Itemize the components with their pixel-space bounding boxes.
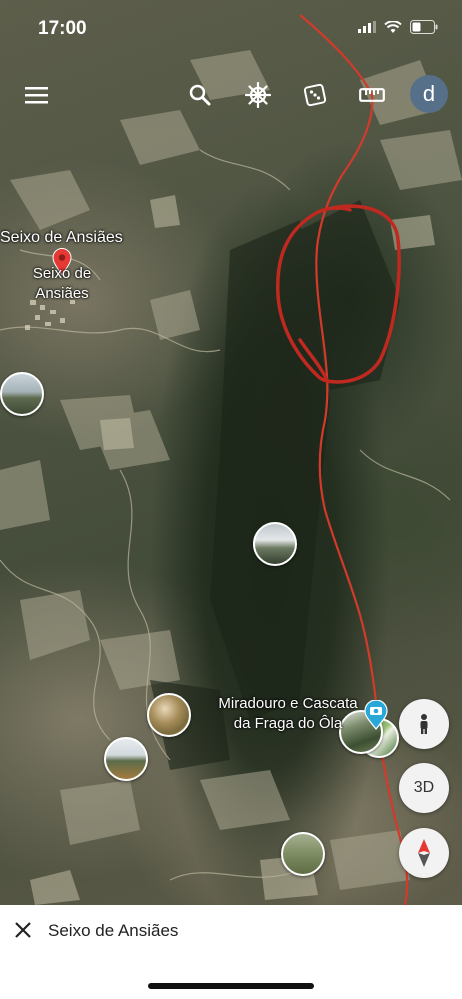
bottom-sheet-title[interactable]: Seixo de Ansiães <box>48 921 178 941</box>
photo-bubble[interactable] <box>147 693 191 737</box>
feeling-lucky-button[interactable] <box>298 78 332 112</box>
search-button[interactable] <box>183 78 217 112</box>
street-view-button[interactable] <box>399 699 449 749</box>
terrain-layer <box>0 14 462 905</box>
dice-icon <box>303 83 327 107</box>
three-d-toggle-button[interactable]: 3D <box>399 763 449 813</box>
status-icons <box>358 20 438 34</box>
voyager-button[interactable] <box>241 78 275 112</box>
satellite-map[interactable]: 17:00 d Seixo de Ansiães Seixo de Ansiãe… <box>0 0 462 905</box>
pin-label-line2: Ansiães <box>35 285 89 302</box>
photo-bubble[interactable] <box>281 832 325 876</box>
battery-icon <box>410 20 438 34</box>
cellular-signal-icon <box>358 21 376 33</box>
home-indicator[interactable] <box>148 983 314 989</box>
pin-label[interactable]: Seixo de Ansiães <box>28 264 96 304</box>
bottom-sheet: Seixo de Ansiães <box>0 905 462 999</box>
close-icon[interactable] <box>12 919 34 941</box>
hamburger-menu-icon <box>25 87 48 104</box>
measure-button[interactable] <box>355 78 389 112</box>
poi-label[interactable]: Miradouro e Cascata da Fraga do Ôla <box>213 694 363 734</box>
pin-label-line1: Seixo de <box>32 265 92 282</box>
status-bar: 17:00 <box>0 0 462 56</box>
photo-bubble[interactable] <box>104 737 148 781</box>
compass-button[interactable] <box>399 828 449 878</box>
photo-bubble[interactable] <box>253 522 297 566</box>
poi-label-line1: Miradouro e Cascata <box>218 695 358 712</box>
account-avatar[interactable]: d <box>410 75 448 113</box>
search-icon <box>189 84 211 106</box>
menu-button[interactable] <box>20 78 54 112</box>
poi-label-line2: da Fraga do Ôla <box>233 715 343 732</box>
pegman-icon <box>420 714 428 734</box>
poi-camera-pin-icon[interactable] <box>364 700 388 730</box>
ruler-icon <box>359 88 385 102</box>
wifi-icon <box>384 20 402 33</box>
status-time: 17:00 <box>38 18 87 39</box>
compass-icon <box>418 839 430 867</box>
photo-bubble[interactable] <box>0 372 44 416</box>
place-title-label: Seixo de Ansiães <box>0 229 123 246</box>
ship-wheel-icon <box>245 82 271 108</box>
